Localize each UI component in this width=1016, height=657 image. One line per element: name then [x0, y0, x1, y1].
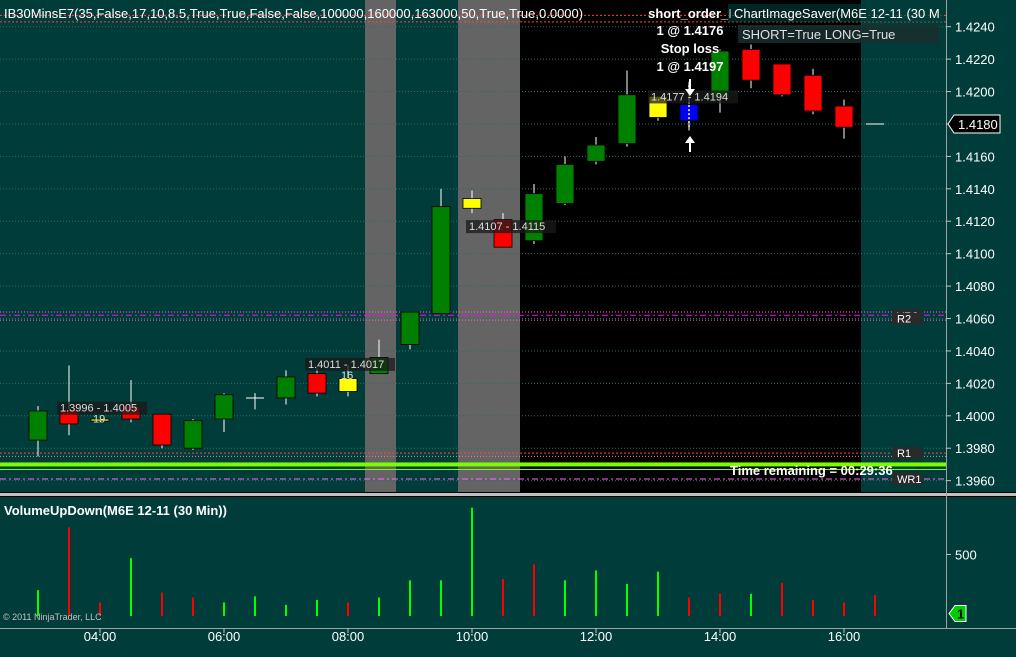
candle-body-6 [214, 394, 234, 420]
price-tick-label: 1.4220 [955, 52, 995, 67]
candle-body-23 [741, 48, 761, 81]
copyright: © 2011 NinjaTrader, LLC [3, 612, 102, 622]
candle-body-19 [617, 94, 637, 144]
level-label-r2: R2 [897, 314, 911, 326]
candle-body-12 [400, 311, 420, 345]
price-tick-label: 1.4000 [955, 409, 995, 424]
level-label-wr1: WR1 [897, 474, 921, 486]
box-count-0: 19 [93, 414, 105, 426]
time-axis-background [0, 628, 1016, 657]
candle-body-24 [772, 63, 792, 96]
volume-last-label: 1 [957, 607, 964, 622]
candle-body-18 [586, 144, 606, 162]
entry-label: 1 @ 1.4176 [657, 23, 724, 38]
gray-band-1 [365, 0, 396, 492]
candle-body-0 [28, 410, 48, 441]
candle-body-9 [307, 373, 327, 394]
candle-body-17 [555, 164, 575, 204]
time-tick-label: 16:00 [828, 629, 861, 644]
price-tick-label: 1.3960 [955, 474, 995, 489]
price-tick-label: 1.4160 [955, 149, 995, 164]
candle-body-8 [276, 376, 296, 399]
last-price-label: 1.4180 [958, 117, 998, 132]
volume-tick-label: 500 [955, 547, 977, 562]
price-tick-label: 1.4100 [955, 247, 995, 262]
time-remaining: Time remaining = 00:29:36 [730, 463, 893, 478]
price-tick-label: 1.3980 [955, 441, 995, 456]
candle-body-16 [524, 193, 544, 242]
price-tick-label: 1.4140 [955, 182, 995, 197]
stop-loss-title: Stop loss [661, 41, 720, 56]
price-tick-label: 1.4060 [955, 312, 995, 327]
overlay-title: ChartImageSaver(M6E 12-11 (30 M [734, 6, 940, 21]
price-chart[interactable]: R1WR1VR2R2 1.3996 - 1.4005191.4011 - 1.4… [0, 0, 1016, 657]
box-label-2: 1.4107 - 1.4115 [469, 221, 545, 233]
time-tick-label: 08:00 [332, 629, 365, 644]
time-tick-label: 14:00 [704, 629, 737, 644]
price-axis: 1.3960 1.3980 1.4000 1.4020 1.4040 1.4060 1.40… [946, 20, 1001, 489]
candle-body-14 [462, 198, 482, 209]
short-long-text: SHORT=True LONG=True [742, 27, 895, 42]
time-tick-label: 10:00 [456, 629, 489, 644]
candle-body-13 [431, 206, 451, 315]
candle-body-25 [803, 74, 823, 112]
order-label: short_order_I [648, 6, 732, 21]
volume-title: VolumeUpDown(M6E 12-11 (30 Min)) [4, 503, 227, 518]
candle-body-26 [834, 105, 854, 128]
chart-title: IB30MinsE7(35,False,17,10,8.5,True,True,… [4, 6, 583, 21]
level-label-r1: R1 [897, 448, 911, 460]
price-tick-label: 1.4080 [955, 279, 995, 294]
box-count-1: 16 [341, 370, 353, 382]
stop-loss-label: 1 @ 1.4197 [657, 59, 724, 74]
price-tick-label: 1.4040 [955, 344, 995, 359]
price-tick-label: 1.4020 [955, 376, 995, 391]
time-tick-label: 06:00 [208, 629, 241, 644]
candle-body-5 [183, 420, 203, 449]
price-tick-label: 1.4200 [955, 85, 995, 100]
price-tick-label: 1.4240 [955, 20, 995, 35]
time-tick-label: 04:00 [84, 629, 117, 644]
candle-body-4 [152, 413, 172, 446]
price-tick-label: 1.4120 [955, 214, 995, 229]
time-tick-label: 12:00 [580, 629, 613, 644]
